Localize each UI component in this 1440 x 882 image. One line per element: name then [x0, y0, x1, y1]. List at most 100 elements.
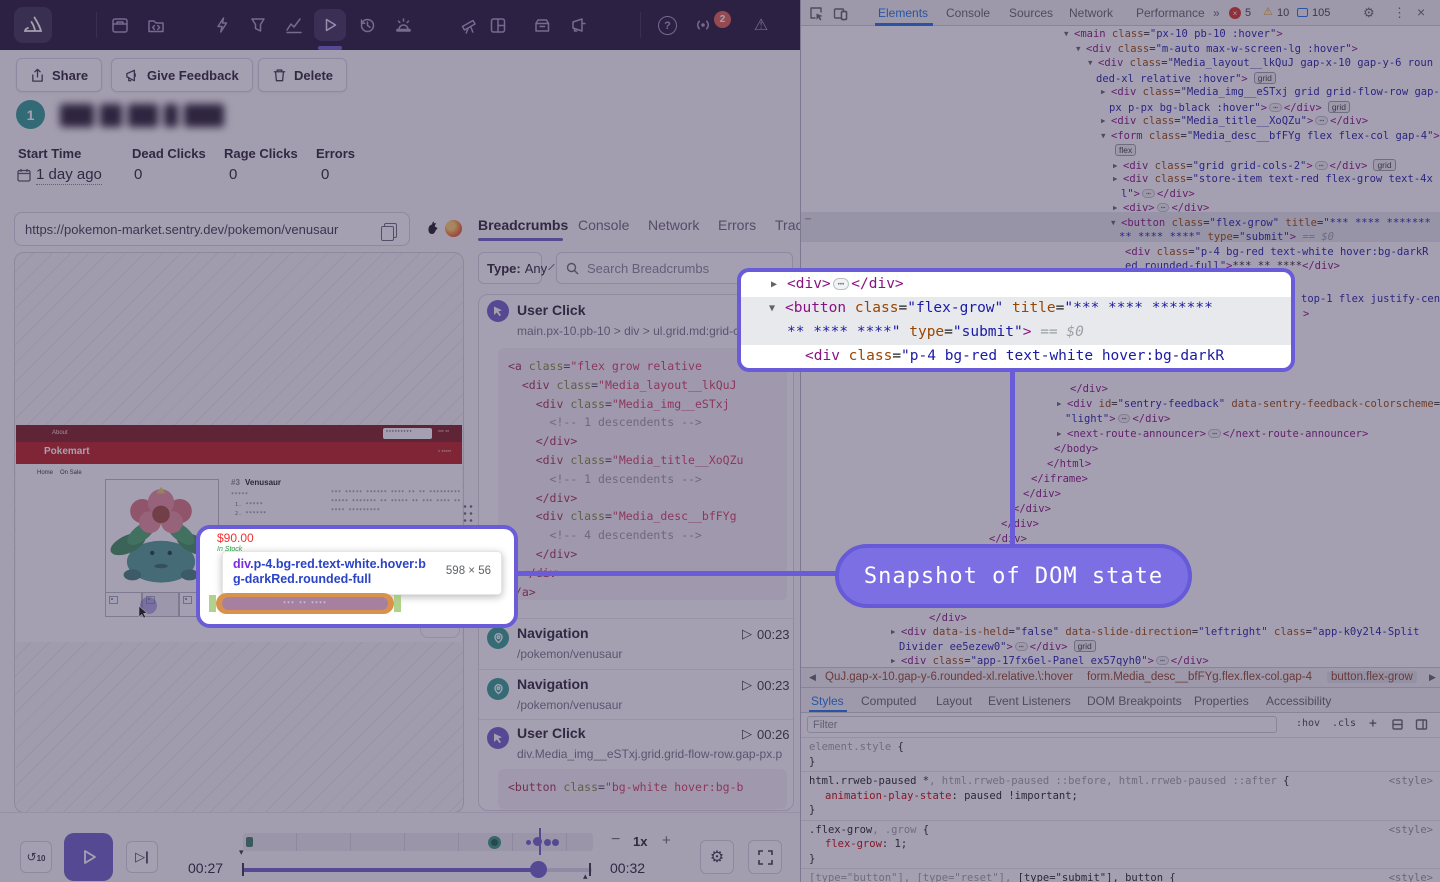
panel-splitter-handle[interactable]	[462, 503, 474, 523]
projects-icon[interactable]	[109, 14, 131, 36]
style-source-link[interactable]: <style>	[1389, 871, 1433, 882]
dom-tree-line[interactable]: ▶<div class="store-item text-red flex-gr…	[1113, 173, 1433, 185]
dom-tree-line[interactable]: ▼<div class="m-auto max-w-screen-lg :hov…	[1076, 43, 1358, 55]
more-tabs-icon[interactable]: »	[1213, 6, 1220, 20]
explore-icon[interactable]	[247, 14, 269, 36]
alerts-icon[interactable]	[392, 14, 414, 36]
delete-button[interactable]: Delete	[258, 58, 347, 92]
tab-network[interactable]: Network	[648, 217, 699, 233]
boards-icon[interactable]	[487, 14, 509, 36]
styles-filter-input[interactable]	[807, 716, 1277, 733]
tab-computed[interactable]: Computed	[861, 694, 916, 708]
breadcrumb-title[interactable]: User Click	[517, 302, 585, 318]
node-overflow-dots[interactable]: ⋯	[805, 214, 811, 225]
crumb-scroll-left-icon[interactable]: ◀	[809, 672, 816, 683]
dom-tree-line[interactable]: ** **** ****" type="submit"> == $0	[1119, 231, 1334, 243]
history-icon[interactable]	[356, 14, 378, 36]
breadcrumb-title[interactable]: User Click	[517, 725, 585, 741]
tab-styles[interactable]: Styles	[811, 694, 844, 708]
issues-icon[interactable]	[211, 14, 233, 36]
scrubber-thumb[interactable]	[530, 861, 547, 878]
play-button[interactable]	[64, 833, 113, 881]
css-rule[interactable]: html.rrweb-paused *, html.rrweb-paused :…	[801, 772, 1440, 821]
dom-tree-line[interactable]: </html>	[1047, 458, 1091, 470]
dom-tree-line[interactable]: ▶<next-route-announcer>⋯</next-route-ann…	[1057, 428, 1368, 440]
tab-errors[interactable]: Errors	[718, 217, 756, 233]
dom-tree-line[interactable]: ▶<div class="app-17fx6el-Panel ex57qyh0"…	[891, 655, 1209, 666]
device-toolbar-icon[interactable]	[833, 6, 848, 26]
devtools-tab-console[interactable]: Console	[946, 6, 990, 20]
code-folder-icon[interactable]	[145, 14, 167, 36]
skip-to-end-button[interactable]: ▷|	[126, 841, 158, 873]
tab-event-listeners[interactable]: Event Listeners	[988, 694, 1071, 708]
dashboards-icon[interactable]	[283, 14, 305, 36]
css-rule[interactable]: element.style {}	[801, 738, 1440, 772]
tab-console[interactable]: Console	[578, 217, 629, 233]
speed-decrease-button[interactable]: −	[611, 831, 620, 849]
dom-tree-line[interactable]: ▼<main class="px-10 pb-10 :hover">	[1064, 28, 1283, 40]
dom-tree-line[interactable]: ▶<div class="grid grid-cols-2">⋯</div>gr…	[1113, 159, 1396, 172]
dom-tree-line[interactable]: flex	[1109, 144, 1136, 157]
tab-breadcrumbs[interactable]: Breadcrumbs	[478, 217, 568, 233]
dom-tree-line[interactable]: "light">⋯</div>	[1065, 413, 1170, 425]
dom-tree-line[interactable]: ded-xl relative :hover">grid	[1096, 72, 1276, 85]
sidebar-layout-icon[interactable]	[1415, 718, 1428, 736]
element-crumb[interactable]: QuJ.gap-x-10.gap-y-6.rounded-xl.relative…	[825, 671, 1073, 683]
dom-tree-line[interactable]: </body>	[1054, 443, 1098, 455]
dom-tree-line[interactable]: </div>	[1013, 503, 1051, 515]
replays-icon-active[interactable]	[314, 9, 346, 41]
dom-tree-line[interactable]: </div>	[1070, 383, 1108, 395]
breadcrumb-title[interactable]: Navigation	[517, 625, 589, 641]
dom-tree-line[interactable]: ▶<div data-is-held="false" data-slide-di…	[891, 626, 1419, 638]
dom-tree-line[interactable]: </iframe>	[1031, 473, 1088, 485]
thumbnail-1[interactable]	[105, 592, 142, 617]
broadcast-icon[interactable]	[692, 14, 714, 36]
close-devtools-icon[interactable]: ×	[1417, 4, 1425, 20]
replay-url[interactable]: https://pokemon-market.sentry.dev/pokemo…	[25, 222, 338, 237]
share-button[interactable]: Share	[16, 58, 102, 92]
help-icon[interactable]: ?	[658, 16, 677, 35]
rewind-10-button[interactable]: ↺10	[20, 841, 52, 873]
issues-count-icon[interactable]	[1297, 8, 1308, 17]
speed-increase-button[interactable]: +	[662, 832, 671, 849]
devtools-tab-performance[interactable]: Performance	[1136, 6, 1205, 20]
dom-tree-line[interactable]: ▶<div id="sentry-feedback" data-sentry-f…	[1057, 398, 1440, 410]
toggle-hover-state[interactable]: :hov	[1296, 718, 1320, 729]
breadcrumb-timestamp[interactable]: ▷00:23	[742, 677, 790, 693]
element-state-icon[interactable]	[1391, 718, 1404, 736]
devtools-tab-elements[interactable]: Elements	[878, 6, 928, 20]
dom-tree-line[interactable]: l">⋯</div>	[1121, 188, 1195, 200]
dom-tree-line[interactable]: ▶<div class="Media_title__XoQZu">⋯</div>	[1101, 115, 1368, 127]
tab-properties[interactable]: Properties	[1194, 694, 1249, 708]
dom-tree-line[interactable]: px p-px bg-black :hover">⋯</div>grid	[1109, 101, 1350, 114]
devtools-tab-sources[interactable]: Sources	[1009, 6, 1053, 20]
megaphone-icon[interactable]	[568, 14, 590, 36]
devtools-tab-network[interactable]: Network	[1069, 6, 1113, 20]
copy-icon[interactable]	[384, 223, 397, 238]
fullscreen-button[interactable]	[748, 840, 782, 874]
dom-tree-line[interactable]: </div>	[1023, 488, 1061, 500]
new-style-rule-icon[interactable]: +	[1369, 716, 1377, 731]
dom-tree-line[interactable]: ▼<button class="flex-grow" title="*** **…	[1111, 217, 1431, 229]
breadcrumb-title[interactable]: Navigation	[517, 676, 589, 692]
warning-icon[interactable]: ⚠	[750, 14, 772, 36]
style-source-link[interactable]: <style>	[1389, 823, 1433, 838]
css-rule[interactable]: .flex-grow, .grow {<style>flex-grow: 1;}	[801, 821, 1440, 870]
breadcrumb-timestamp[interactable]: ▷00:23	[742, 626, 790, 642]
crumb-scroll-right-icon[interactable]: ▶	[1429, 672, 1436, 683]
tab-dom-breakpoints[interactable]: DOM Breakpoints	[1087, 694, 1182, 708]
highlighted-button[interactable]: *** ** ****	[216, 593, 394, 614]
element-crumb[interactable]: form.Media_desc__bfFYg.flex.flex-col.gap…	[1087, 671, 1312, 683]
tab-accessibility[interactable]: Accessibility	[1266, 694, 1331, 708]
discover-icon[interactable]	[458, 14, 480, 36]
dom-tree-line[interactable]: ▼<div class="Media_layout__lkQuJ gap-x-1…	[1088, 57, 1433, 69]
dom-tree-line[interactable]: ▶<div class="Media_img__eSTxj grid grid-…	[1101, 86, 1440, 98]
element-crumb[interactable]: button.flex-grow	[1327, 671, 1417, 683]
toggle-classes[interactable]: .cls	[1332, 718, 1356, 729]
kebab-menu-icon[interactable]: ⋮	[1393, 5, 1406, 21]
search-breadcrumbs-input[interactable]	[585, 260, 759, 277]
tab-layout[interactable]: Layout	[936, 694, 972, 708]
css-rule[interactable]: [type="button"], [type="reset"], [type="…	[801, 869, 1440, 882]
dom-tree-line[interactable]: ▶<div>⋯</div>	[1113, 202, 1209, 214]
dom-tree-line[interactable]: </div>	[1001, 518, 1039, 530]
